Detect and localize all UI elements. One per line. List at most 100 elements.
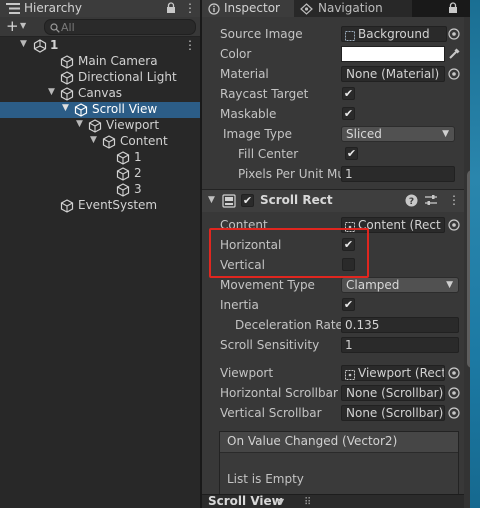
fill-center-label: Fill Center — [238, 147, 299, 161]
hierarchy-item-eventsystem[interactable]: EventSystem — [0, 198, 200, 214]
viewport-field[interactable]: Viewport (Rect — [341, 365, 445, 381]
hierarchy-tab[interactable]: Hierarchy ⋮ — [0, 0, 200, 17]
highlight-annotation — [209, 228, 369, 278]
hierarchy-item-directional-light[interactable]: Directional Light — [0, 70, 200, 86]
scroll-rect-enabled-checkbox[interactable]: ✔ — [241, 194, 254, 207]
object-picker-icon[interactable] — [446, 217, 462, 233]
tab-inspector-label: Inspector — [224, 1, 280, 15]
svg-text:?: ? — [409, 197, 414, 207]
hierarchy-item-label: Viewport — [106, 118, 160, 132]
preset-icon[interactable] — [424, 194, 438, 210]
hierarchy-item-content[interactable]: ▼ Content — [0, 134, 200, 150]
scroll-sensitivity-input[interactable] — [341, 337, 459, 353]
tab-inspector[interactable]: Inspector — [202, 0, 294, 17]
material-label: Material — [220, 67, 269, 81]
chevron-down-icon[interactable]: ▼ — [278, 497, 284, 506]
chevron-down-icon[interactable]: ▼ — [62, 103, 69, 113]
pixels-per-unit-label: Pixels Per Unit Mul — [238, 167, 349, 181]
sprite-icon — [345, 30, 355, 41]
chevron-down-icon: ▼ — [442, 129, 449, 139]
raycast-target-label: Raycast Target — [220, 87, 309, 101]
preview-title: Scroll View — [208, 494, 283, 508]
chevron-down-icon[interactable]: ▼ — [20, 39, 27, 49]
object-picker-icon[interactable] — [446, 405, 462, 421]
hierarchy-tab-label: Hierarchy — [24, 1, 83, 15]
hierarchy-item-viewport[interactable]: ▼ Viewport — [0, 118, 200, 134]
vertical-scrollbar-field[interactable]: None (Scrollbar) — [341, 405, 445, 421]
add-icon[interactable]: + — [6, 17, 19, 35]
hierarchy-item-label: 1 — [134, 150, 142, 164]
search-icon — [50, 22, 60, 36]
event-title: On Value Changed (Vector2) — [227, 434, 398, 448]
object-picker-icon[interactable] — [446, 66, 462, 82]
hierarchy-item-label: EventSystem — [78, 198, 158, 212]
hierarchy-item-label: 3 — [134, 182, 142, 196]
horizontal-scrollbar-field[interactable]: None (Scrollbar) — [341, 385, 445, 401]
hierarchy-item-label: Content — [120, 134, 168, 148]
movement-type-label: Movement Type — [220, 278, 315, 292]
pixels-per-unit-input[interactable] — [341, 166, 455, 182]
hierarchy-item-scene[interactable]: ▼ 1 ⋮ — [0, 38, 200, 54]
lock-icon[interactable] — [448, 2, 458, 17]
preview-bar[interactable]: Scroll View ▼ ⠿ — [202, 494, 464, 508]
fill-center-checkbox[interactable]: ✔ — [345, 147, 358, 160]
raycast-target-checkbox[interactable]: ✔ — [342, 87, 355, 100]
source-image-field[interactable]: Background — [341, 26, 447, 42]
image-type-label: Image Type — [223, 127, 292, 141]
navigation-icon — [300, 3, 313, 18]
component-menu-icon[interactable]: ⋮ — [448, 193, 460, 207]
event-list-empty: List is Empty — [227, 472, 304, 486]
deceleration-rate-label: Deceleration Rate — [235, 318, 343, 332]
chevron-down-icon[interactable]: ▼ — [208, 195, 215, 205]
object-picker-icon[interactable] — [446, 26, 462, 42]
movement-type-dropdown[interactable]: Clamped ▼ — [341, 277, 459, 293]
hierarchy-item-scroll-view[interactable]: ▼ Scroll View — [0, 102, 200, 118]
tab-navigation-label: Navigation — [318, 1, 383, 15]
object-picker-icon[interactable] — [446, 365, 462, 381]
lock-icon[interactable] — [166, 2, 176, 17]
hierarchy-item-label: Canvas — [78, 86, 123, 100]
chevron-down-icon: ▼ — [446, 280, 453, 290]
hierarchy-item-main-camera[interactable]: Main Camera — [0, 54, 200, 70]
horizontal-scrollbar-label: Horizontal Scrollbar — [220, 386, 338, 400]
hierarchy-item-label: Main Camera — [78, 54, 158, 68]
more-icon[interactable]: ⋮ — [184, 38, 196, 52]
hierarchy-item-2[interactable]: 2 — [0, 166, 200, 182]
image-type-value: Sliced — [346, 127, 382, 141]
panel-menu-icon[interactable]: ⋮ — [184, 1, 196, 15]
hierarchy-item-3[interactable]: 3 — [0, 182, 200, 198]
gameobject-cube-icon — [60, 199, 74, 216]
viewport-value: Viewport (Rect — [358, 366, 445, 380]
event-header: On Value Changed (Vector2) — [220, 432, 458, 453]
chevron-down-icon[interactable]: ▼ — [76, 119, 83, 129]
chevron-down-icon[interactable]: ▼ — [20, 21, 26, 30]
chevron-down-icon[interactable]: ▼ — [48, 87, 55, 97]
script-component-icon — [222, 194, 236, 211]
material-field[interactable]: None (Material) — [341, 66, 445, 82]
maskable-checkbox[interactable]: ✔ — [342, 107, 355, 120]
eyedropper-icon[interactable] — [446, 46, 462, 62]
object-picker-icon[interactable] — [446, 385, 462, 401]
hierarchy-item-1[interactable]: 1 — [0, 150, 200, 166]
material-value: None (Material) — [346, 67, 440, 81]
scroll-rect-title: Scroll Rect — [260, 193, 333, 207]
tab-navigation[interactable]: Navigation — [294, 0, 412, 17]
search-box[interactable] — [44, 19, 196, 35]
hierarchy-toolbar: + ▼ — [0, 17, 200, 37]
rect-transform-icon — [345, 369, 355, 380]
chevron-down-icon[interactable]: ▼ — [90, 135, 97, 145]
help-icon[interactable]: ? — [405, 194, 418, 210]
hierarchy-item-label: Directional Light — [78, 70, 177, 84]
alpha-bar — [342, 59, 444, 61]
vertical-scrollbar-value: None (Scrollbar) — [346, 406, 444, 420]
drag-handle-icon[interactable]: ⠿ — [304, 497, 311, 508]
hierarchy-item-canvas[interactable]: ▼ Canvas — [0, 86, 200, 102]
inertia-checkbox[interactable]: ✔ — [342, 298, 355, 311]
deceleration-rate-input[interactable] — [341, 317, 459, 333]
color-swatch[interactable] — [341, 46, 445, 62]
scroll-sensitivity-label: Scroll Sensitivity — [220, 338, 320, 352]
search-input[interactable] — [61, 20, 189, 34]
maskable-label: Maskable — [220, 107, 277, 121]
image-type-dropdown[interactable]: Sliced ▼ — [341, 126, 455, 142]
scroll-rect-header[interactable]: ▼ ✔ Scroll Rect ? ⋮ — [202, 190, 464, 212]
